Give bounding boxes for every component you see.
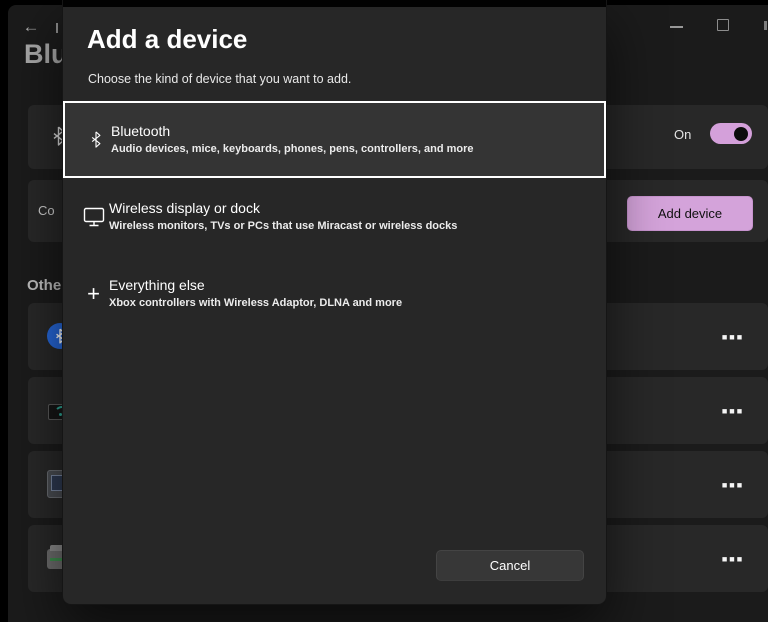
option-title: Everything else (109, 277, 205, 293)
cancel-button-label: Cancel (489, 558, 531, 573)
dialog-titlebar (63, 0, 606, 7)
device-menu-button[interactable]: ■■■ (716, 326, 750, 348)
cancel-button[interactable]: Cancel (436, 550, 584, 581)
bluetooth-icon (80, 125, 111, 155)
option-wireless-display[interactable]: Wireless display or dock Wireless monito… (63, 178, 606, 255)
option-title: Wireless display or dock (109, 200, 260, 216)
connect-label: Co (38, 203, 55, 218)
bluetooth-toggle[interactable] (710, 123, 752, 144)
other-devices-heading: Othe (27, 277, 62, 294)
hamburger-menu-icon[interactable] (56, 23, 58, 33)
option-description: Xbox controllers with Wireless Adaptor, … (109, 297, 403, 309)
close-button[interactable] (764, 21, 767, 30)
toggle-knob (734, 126, 748, 141)
option-bluetooth[interactable]: Bluetooth Audio devices, mice, keyboards… (63, 101, 606, 178)
minimize-button[interactable] (670, 26, 683, 28)
wireless-display-icon (78, 202, 109, 232)
device-menu-button[interactable]: ■■■ (716, 474, 750, 496)
dialog-subtitle: Choose the kind of device that you want … (88, 72, 352, 86)
option-description: Wireless monitors, TVs or PCs that use M… (109, 220, 458, 232)
plus-icon: + (87, 280, 100, 306)
maximize-button[interactable] (717, 19, 729, 31)
device-menu-button[interactable]: ■■■ (716, 548, 750, 570)
add-device-button[interactable]: Add device (627, 196, 753, 231)
add-device-button-label: Add device (657, 206, 723, 221)
option-description: Audio devices, mice, keyboards, phones, … (111, 143, 474, 155)
page-title: Blu (24, 39, 68, 69)
option-title: Bluetooth (111, 123, 171, 139)
back-arrow-icon: ← (22, 17, 40, 36)
toggle-state-label: On (674, 127, 692, 142)
add-device-dialog: Add a device Choose the kind of device t… (62, 0, 607, 605)
back-button[interactable]: ← (19, 16, 43, 38)
dialog-title: Add a device (87, 24, 248, 54)
option-everything-else[interactable]: + Everything else Xbox controllers with … (63, 255, 606, 332)
device-menu-button[interactable]: ■■■ (716, 400, 750, 422)
